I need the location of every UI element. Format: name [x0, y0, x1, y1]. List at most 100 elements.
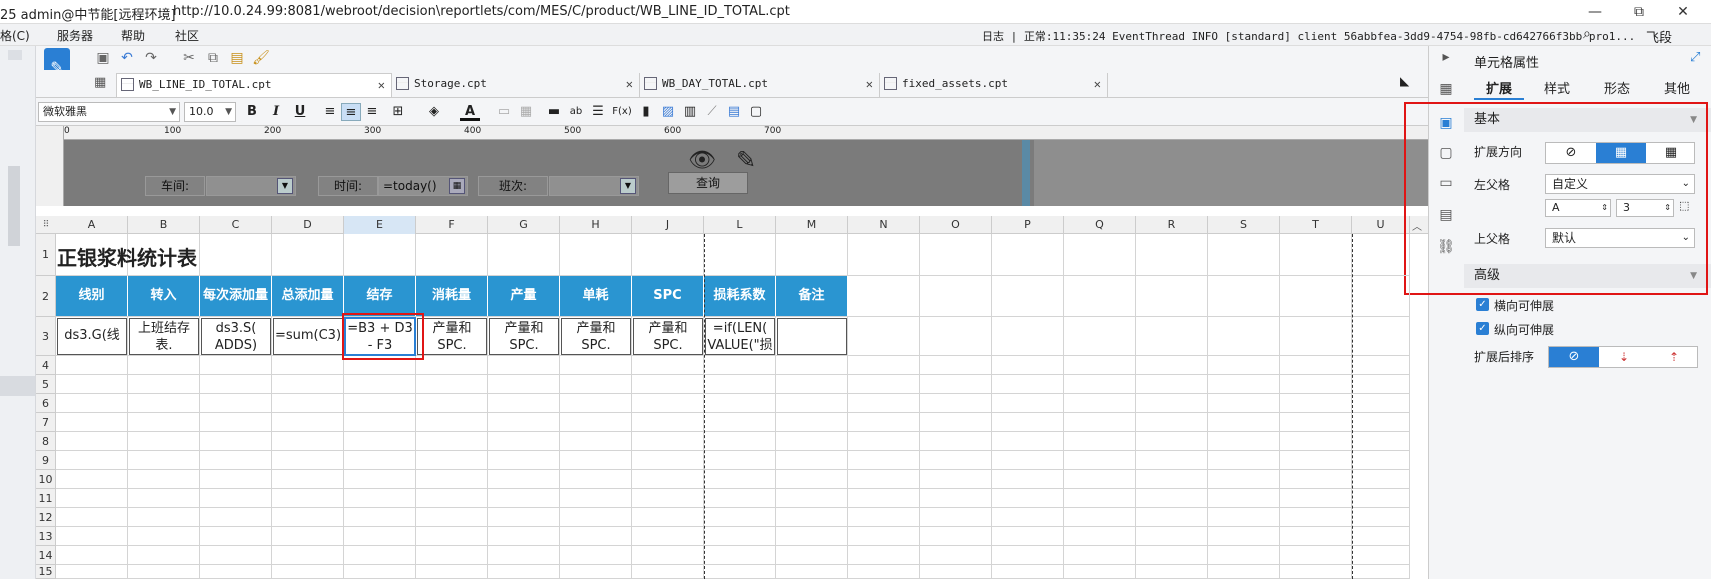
grid-cell[interactable]: [272, 432, 344, 451]
grid-cell[interactable]: [1064, 276, 1136, 317]
undo-icon[interactable]: ↶: [118, 49, 136, 67]
grid-cell[interactable]: [992, 413, 1064, 432]
grid-cell[interactable]: [632, 432, 704, 451]
grid-cell[interactable]: [992, 375, 1064, 394]
column-title-cell[interactable]: 单耗: [560, 276, 632, 316]
edit-pen-icon[interactable]: ✎: [736, 146, 756, 174]
grid-cell[interactable]: [272, 451, 344, 470]
select-all-icon[interactable]: ⠿: [36, 216, 56, 234]
column-header-f[interactable]: F: [416, 216, 488, 234]
grid-cell[interactable]: [776, 489, 848, 508]
merge-icon[interactable]: ▭: [494, 103, 514, 121]
row-header-2[interactable]: 2: [36, 276, 56, 317]
grid-cell[interactable]: [920, 546, 992, 565]
border-style-icon[interactable]: ▢: [746, 103, 766, 121]
grid-cell[interactable]: [1064, 527, 1136, 546]
grid-cell[interactable]: [920, 565, 992, 579]
column-header-u[interactable]: U: [1352, 216, 1410, 234]
grid-cell[interactable]: [128, 546, 200, 565]
grid-cell[interactable]: [1064, 356, 1136, 375]
grid-cell[interactable]: [1352, 413, 1410, 432]
grid-cell[interactable]: [920, 489, 992, 508]
grid-cell[interactable]: [56, 470, 128, 489]
chevron-down-icon[interactable]: ▼: [620, 178, 636, 194]
grid-cell[interactable]: [1352, 317, 1410, 356]
grid-cell[interactable]: [416, 375, 488, 394]
grid-cell[interactable]: [200, 413, 272, 432]
query-button[interactable]: 查询: [668, 172, 748, 194]
sort-ascending-icon[interactable]: ⇣: [1599, 347, 1649, 367]
grid-cell[interactable]: [1064, 508, 1136, 527]
row-header-5[interactable]: 5: [36, 375, 56, 394]
formula-cell[interactable]: 产量和SPC.G(SPC): [633, 318, 703, 355]
grid-cell[interactable]: [1352, 356, 1410, 375]
grid-cell[interactable]: [1136, 356, 1208, 375]
column-header-h[interactable]: H: [560, 216, 632, 234]
tab-storage[interactable]: Storage.cpt ✕: [392, 73, 640, 97]
column-title-cell[interactable]: 每次添加量: [200, 276, 272, 316]
grid-cell[interactable]: [128, 432, 200, 451]
row-header-11[interactable]: 11: [36, 489, 56, 508]
user-name[interactable]: 飞段: [1614, 27, 1704, 46]
align-left-icon[interactable]: ≡: [320, 103, 340, 121]
border-icon[interactable]: ⊞: [388, 103, 408, 121]
grid-cell[interactable]: [704, 413, 776, 432]
menu-server[interactable]: 服务器: [57, 27, 93, 44]
grid-cell[interactable]: [1352, 470, 1410, 489]
left-scroll[interactable]: [8, 166, 20, 246]
grid-cell[interactable]: [488, 527, 560, 546]
grid-cell[interactable]: [992, 317, 1064, 356]
grid-cell[interactable]: [1280, 565, 1352, 579]
column-header-p[interactable]: P: [992, 216, 1064, 234]
grid-cell[interactable]: [1208, 546, 1280, 565]
row-header-3[interactable]: 3: [36, 317, 56, 356]
grid-cell[interactable]: [776, 356, 848, 375]
grid-cell[interactable]: [848, 489, 920, 508]
grid-cell[interactable]: [848, 413, 920, 432]
grid-cell[interactable]: [344, 234, 416, 276]
sort-descending-icon[interactable]: ⇡: [1649, 347, 1699, 367]
grid-cell[interactable]: [200, 375, 272, 394]
grid-cell[interactable]: [632, 234, 704, 276]
grid-cell[interactable]: [632, 375, 704, 394]
grid-cell[interactable]: [632, 508, 704, 527]
grid-cell[interactable]: [1064, 413, 1136, 432]
grid-cell[interactable]: [1136, 489, 1208, 508]
grid-cell[interactable]: [1064, 394, 1136, 413]
grid-cell[interactable]: [128, 565, 200, 579]
column-header-c[interactable]: C: [200, 216, 272, 234]
column-header-e[interactable]: E: [344, 216, 416, 234]
grid-cell[interactable]: [56, 413, 128, 432]
grid-cell[interactable]: [704, 234, 776, 276]
grid-cell[interactable]: [272, 489, 344, 508]
minimize-button[interactable]: —: [1580, 2, 1610, 22]
calendar-icon[interactable]: ▦: [449, 178, 465, 194]
grid-cell[interactable]: [776, 508, 848, 527]
redo-icon[interactable]: ↷: [142, 49, 160, 67]
grid-cell[interactable]: [1136, 546, 1208, 565]
grid-cell[interactable]: [848, 234, 920, 276]
grid-cell[interactable]: [272, 546, 344, 565]
grid-cell[interactable]: [272, 565, 344, 579]
grid-cell[interactable]: [1280, 508, 1352, 527]
grid-cell[interactable]: [1208, 413, 1280, 432]
grid-cell[interactable]: [416, 527, 488, 546]
grid-cell[interactable]: [128, 451, 200, 470]
grid-cell[interactable]: [1208, 356, 1280, 375]
grid-cell[interactable]: [1280, 317, 1352, 356]
grid-cell[interactable]: [848, 527, 920, 546]
grid-cell[interactable]: [1064, 432, 1136, 451]
unmerge-icon[interactable]: ▦: [516, 103, 536, 121]
tab-menu-icon[interactable]: ◣: [1400, 74, 1409, 88]
grid-cell[interactable]: [632, 451, 704, 470]
tab-fixed-assets[interactable]: fixed_assets.cpt ✕: [880, 73, 1108, 97]
grid-cell[interactable]: [560, 527, 632, 546]
grid-cell[interactable]: [704, 375, 776, 394]
grid-cell[interactable]: [1280, 394, 1352, 413]
grid-cell[interactable]: [848, 546, 920, 565]
grid-cell[interactable]: [1136, 470, 1208, 489]
grid-cell[interactable]: [1352, 451, 1410, 470]
font-size-select[interactable]: 10.0 ▼: [184, 102, 236, 122]
grid-cell[interactable]: [920, 276, 992, 317]
grid-cell[interactable]: [272, 356, 344, 375]
